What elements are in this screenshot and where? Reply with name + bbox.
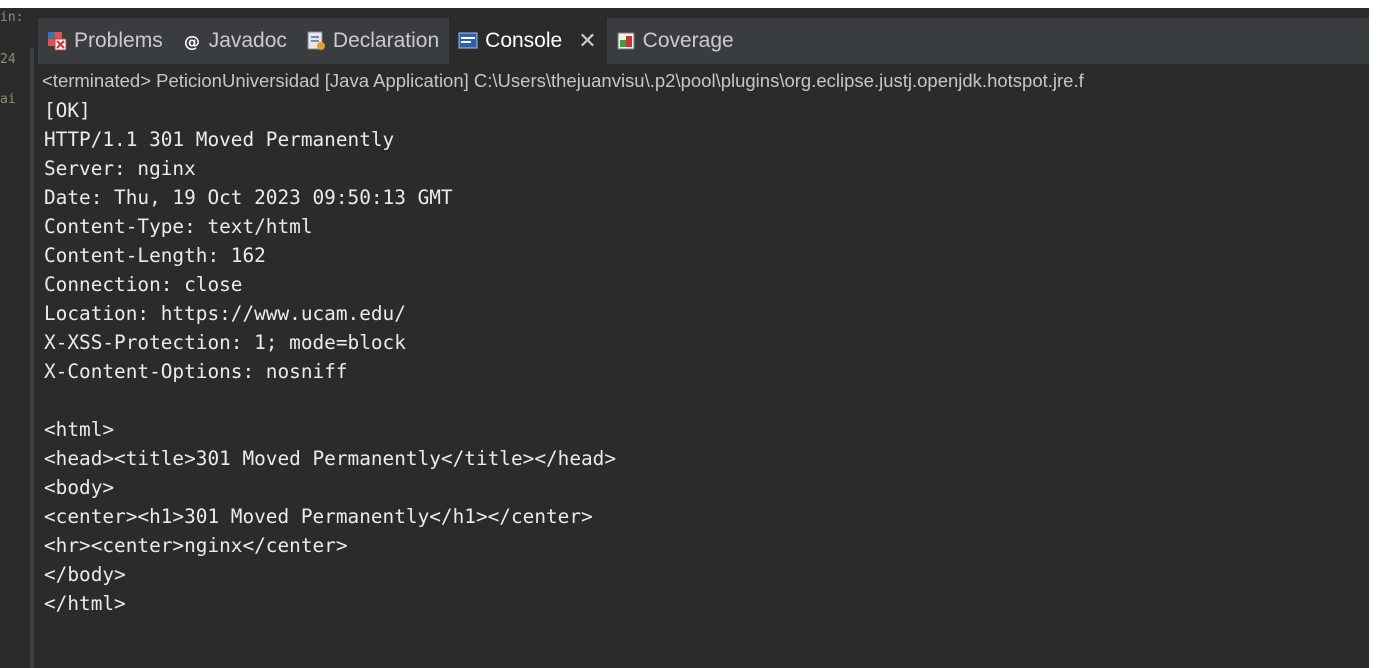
console-line: Connection: close (44, 273, 243, 296)
console-line: HTTP/1.1 301 Moved Permanently (44, 128, 395, 151)
svg-text:@: @ (184, 32, 200, 51)
console-line: Date: Thu, 19 Oct 2023 09:50:13 GMT (44, 186, 453, 209)
console-line: <html> (44, 418, 115, 441)
tab-declaration-label: Declaration (332, 29, 440, 52)
eclipse-window: in: 24 ai Problems @ Javadoc Declaration… (0, 0, 1379, 668)
coverage-icon (615, 30, 637, 52)
left-editor-gutter: in: 24 ai (0, 8, 38, 668)
tab-coverage-label: Coverage (642, 29, 734, 52)
console-line: <head><title>301 Moved Permanently</titl… (44, 447, 617, 470)
console-line: Content-Type: text/html (44, 215, 313, 238)
console-line: [OK] (44, 99, 91, 122)
console-view: Problems @ Javadoc Declaration Console ✕… (38, 8, 1369, 668)
tab-declaration[interactable]: Declaration (297, 18, 449, 64)
javadoc-icon: @ (181, 30, 203, 52)
console-output[interactable]: [OK] HTTP/1.1 301 Moved Permanently Serv… (44, 96, 1364, 666)
tab-console-label: Console (485, 29, 563, 52)
close-icon[interactable]: ✕ (578, 29, 596, 54)
gutter-fragment: in: (0, 10, 24, 25)
console-line: X-XSS-Protection: 1; mode=block (44, 331, 406, 354)
console-line: Server: nginx (44, 157, 196, 180)
declaration-icon (305, 30, 327, 52)
problems-icon (46, 30, 68, 52)
console-line: <hr><center>nginx</center> (44, 534, 348, 557)
tab-javadoc[interactable]: @ Javadoc (173, 18, 297, 64)
console-line: <center><h1>301 Moved Permanently</h1></… (44, 505, 593, 528)
tab-problems-label: Problems (74, 29, 163, 52)
console-line: </body> (44, 563, 126, 586)
console-line: X-Content-Options: nosniff (44, 360, 348, 383)
tab-console[interactable]: Console ✕ (449, 18, 607, 64)
console-line: Location: https://www.ucam.edu/ (44, 302, 406, 325)
gutter-fragment: 24 (0, 52, 16, 67)
tab-coverage[interactable]: Coverage (607, 18, 744, 64)
gutter-divider (30, 48, 34, 668)
console-line: Content-Length: 162 (44, 244, 266, 267)
tab-javadoc-label: Javadoc (208, 29, 287, 52)
gutter-fragment: ai (0, 92, 16, 107)
view-tab-bar: Problems @ Javadoc Declaration Console ✕… (38, 18, 1369, 64)
tab-problems[interactable]: Problems (38, 18, 173, 64)
console-line: <body> (44, 476, 115, 499)
console-status-line: <terminated> PeticionUniversidad [Java A… (42, 70, 1084, 91)
console-line: </html> (44, 592, 126, 615)
console-icon (457, 30, 479, 52)
